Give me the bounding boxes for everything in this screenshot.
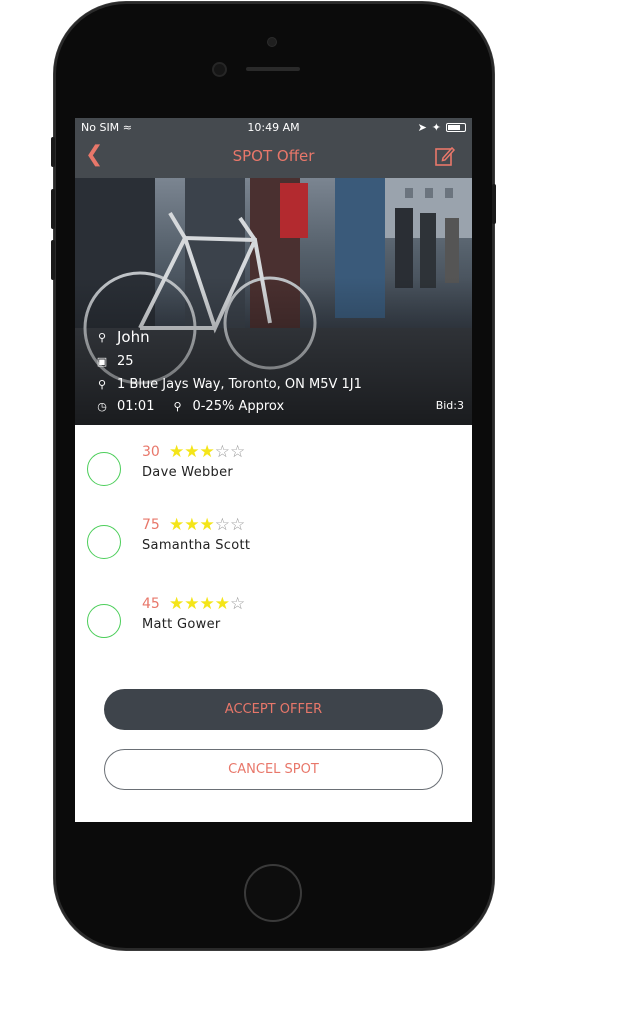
offer-amount: 30 bbox=[142, 444, 160, 460]
spot-count: ▣ 25 bbox=[95, 354, 134, 369]
rating-stars: ★★★☆☆ bbox=[169, 442, 245, 462]
star-filled-icon: ★ bbox=[199, 594, 215, 614]
location-arrow-icon: ➤ bbox=[417, 121, 427, 134]
star-empty-icon: ☆ bbox=[230, 442, 246, 462]
edit-icon[interactable] bbox=[434, 145, 456, 171]
accept-offer-button[interactable]: ACCEPT OFFER bbox=[104, 689, 443, 730]
star-filled-icon: ★ bbox=[169, 594, 185, 614]
spot-meta: ◷ 01:01 ⚲ 0-25% Approx bbox=[95, 399, 284, 414]
page-title: SPOT Offer bbox=[232, 147, 315, 165]
star-empty-icon: ☆ bbox=[214, 442, 230, 462]
clock: 10:49 AM bbox=[247, 121, 300, 134]
offer-amount: 45 bbox=[142, 596, 160, 612]
rating-stars: ★★★☆☆ bbox=[169, 515, 245, 535]
spot-owner: ⚲ John bbox=[95, 328, 150, 346]
timer-value: 01:01 bbox=[117, 399, 155, 414]
offer-user-name: Samantha Scott bbox=[142, 538, 251, 553]
volume-up-button bbox=[51, 189, 55, 229]
star-filled-icon: ★ bbox=[184, 594, 200, 614]
star-filled-icon: ★ bbox=[214, 594, 230, 614]
cancel-spot-button[interactable]: CANCEL SPOT bbox=[104, 749, 443, 790]
offer-row[interactable]: 75 ★★★☆☆ Samantha Scott bbox=[75, 515, 472, 575]
owner-name: John bbox=[117, 328, 150, 346]
battery-icon bbox=[446, 123, 466, 132]
star-filled-icon: ★ bbox=[184, 515, 200, 535]
star-empty-icon: ☆ bbox=[214, 515, 230, 535]
count-value: 25 bbox=[117, 354, 134, 369]
offer-row[interactable]: 30 ★★★☆☆ Dave Webber bbox=[75, 442, 472, 502]
home-button[interactable] bbox=[244, 864, 302, 922]
location-pin-icon: ⚲ bbox=[97, 378, 107, 391]
bluetooth-icon: ✦ bbox=[431, 121, 441, 134]
timer-icon: ◷ bbox=[97, 400, 107, 413]
address-text: 1 Blue Jays Way, Toronto, ON M5V 1J1 bbox=[117, 377, 362, 392]
earpiece-speaker bbox=[246, 67, 300, 71]
microphone-icon: ⚲ bbox=[173, 400, 182, 413]
star-filled-icon: ★ bbox=[169, 442, 185, 462]
offer-user-name: Dave Webber bbox=[142, 465, 234, 480]
spot-address: ⚲ 1 Blue Jays Way, Toronto, ON M5V 1J1 bbox=[95, 377, 362, 392]
bid-count: Bid:3 bbox=[435, 399, 464, 412]
offer-select-radio[interactable] bbox=[87, 525, 121, 559]
app-screen: No SIM ≈ 10:49 AM ➤ ✦ ❮ SPOT Offer ⚲ Joh… bbox=[75, 118, 472, 822]
spot-photo: ⚲ John ▣ 25 ⚲ 1 Blue Jays Way, Toronto, … bbox=[75, 178, 472, 425]
offer-select-radio[interactable] bbox=[87, 452, 121, 486]
offer-row[interactable]: 45 ★★★★☆ Matt Gower bbox=[75, 594, 472, 654]
mute-switch bbox=[51, 137, 55, 167]
front-camera bbox=[214, 64, 225, 75]
offer-select-radio[interactable] bbox=[87, 604, 121, 638]
star-empty-icon: ☆ bbox=[230, 594, 246, 614]
status-bar: No SIM ≈ 10:49 AM ➤ ✦ bbox=[75, 118, 472, 136]
offer-amount: 75 bbox=[142, 517, 160, 533]
microphone-icon: ⚲ bbox=[97, 330, 107, 344]
rating-stars: ★★★★☆ bbox=[169, 594, 245, 614]
power-button bbox=[492, 184, 496, 224]
offer-user-name: Matt Gower bbox=[142, 617, 221, 632]
star-filled-icon: ★ bbox=[199, 442, 215, 462]
star-filled-icon: ★ bbox=[199, 515, 215, 535]
star-filled-icon: ★ bbox=[184, 442, 200, 462]
star-filled-icon: ★ bbox=[169, 515, 185, 535]
sensor-dot bbox=[268, 38, 276, 46]
volume-down-button bbox=[51, 240, 55, 280]
discount-text: 0-25% Approx bbox=[192, 399, 285, 414]
star-empty-icon: ☆ bbox=[230, 515, 246, 535]
nav-bar: ❮ SPOT Offer bbox=[75, 136, 472, 178]
gift-icon: ▣ bbox=[96, 355, 108, 368]
